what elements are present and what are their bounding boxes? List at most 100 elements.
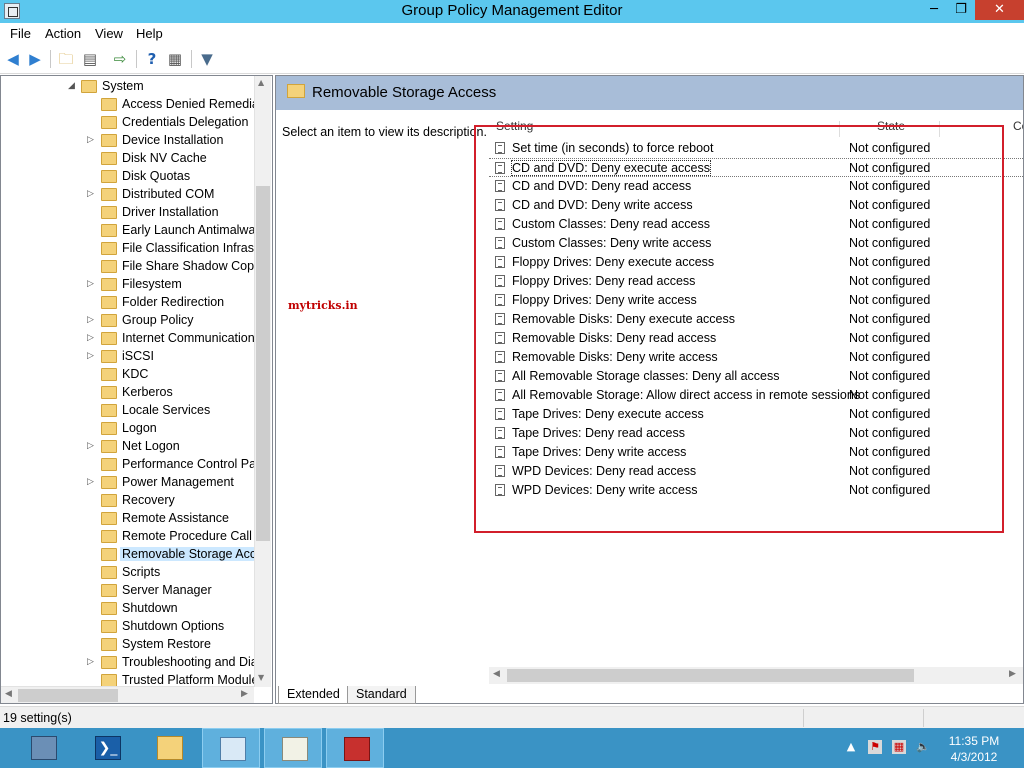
tree-horizontal-scrollbar[interactable]: ◀ ▶	[1, 686, 254, 703]
expand-arrow-icon[interactable]: ▷	[87, 278, 95, 289]
tree-item[interactable]: ▷ Filesystem	[1, 276, 255, 294]
folder-icon	[101, 404, 117, 417]
tree-vertical-scrollbar[interactable]: ▲ ▼	[254, 76, 271, 687]
tree-item[interactable]: ▷ Internet Communication	[1, 330, 255, 348]
tree-item[interactable]: Remote Procedure Call	[1, 528, 255, 546]
tree-item[interactable]: KDC	[1, 366, 255, 384]
tree-item[interactable]: Kerberos	[1, 384, 255, 402]
tree-item-label: Recovery	[122, 493, 175, 507]
tree-item[interactable]: Disk Quotas	[1, 168, 255, 186]
tree-item[interactable]: ▷ Troubleshooting and Dia	[1, 654, 255, 672]
folder-icon	[101, 224, 117, 237]
tree-item[interactable]: Driver Installation	[1, 204, 255, 222]
folder-icon	[101, 242, 117, 255]
minimize-button[interactable]: ─	[921, 0, 947, 20]
tree-item-label: Access Denied Remediati	[122, 97, 255, 111]
folder-icon	[101, 368, 117, 381]
tree-item-label: Disk Quotas	[122, 169, 191, 183]
tree-item[interactable]: Early Launch Antimalwar	[1, 222, 255, 240]
taskbar-group-policy[interactable]	[264, 728, 322, 768]
scroll-right-icon[interactable]: ▶	[241, 689, 248, 699]
tree-item[interactable]: Scripts	[1, 564, 255, 582]
menu-view[interactable]: View	[95, 26, 123, 41]
tree-item[interactable]: Credentials Delegation	[1, 114, 255, 132]
column-header-comment[interactable]: Co	[1013, 119, 1023, 137]
tree-item[interactable]: ▷ iSCSI	[1, 348, 255, 366]
back-arrow-icon[interactable]: ◀	[4, 50, 22, 68]
expand-arrow-icon[interactable]: ▷	[87, 440, 95, 451]
speaker-muted-icon[interactable]: 🔈	[916, 740, 930, 754]
folder-icon	[101, 566, 117, 579]
taskbar-computer-management[interactable]	[202, 728, 260, 768]
close-button[interactable]: ✕	[975, 0, 1024, 20]
folder-icon	[101, 584, 117, 597]
tree-item[interactable]: Shutdown	[1, 600, 255, 618]
folder-icon	[101, 458, 117, 471]
maximize-button[interactable]: ❐	[948, 0, 974, 20]
action-center-flag-icon[interactable]: ⚑	[868, 740, 882, 754]
folder-icon	[101, 602, 117, 615]
expand-arrow-icon[interactable]: ▷	[87, 314, 95, 325]
scroll-thumb[interactable]	[18, 689, 118, 702]
expand-arrow-icon[interactable]: ▷	[87, 332, 95, 343]
tree-item[interactable]: ▷ Device Installation	[1, 132, 255, 150]
powershell-icon: ❯_	[95, 736, 121, 760]
tree-item[interactable]: Removable Storage Acce	[1, 546, 255, 564]
tree-item[interactable]: Recovery	[1, 492, 255, 510]
tree-item[interactable]: ▷ Net Logon	[1, 438, 255, 456]
help-icon[interactable]: ?	[143, 50, 161, 68]
tree-item-label: Folder Redirection	[122, 295, 225, 309]
taskbar-file-explorer[interactable]	[140, 728, 198, 768]
tree-item-system[interactable]: ◢ System	[1, 78, 255, 96]
network-icon[interactable]: ▦	[892, 740, 906, 754]
menu-help[interactable]: Help	[136, 26, 163, 41]
properties-icon[interactable]: ▦	[166, 50, 184, 68]
scroll-thumb[interactable]	[507, 669, 914, 682]
folder-icon	[101, 512, 117, 525]
scroll-left-icon[interactable]: ◀	[493, 669, 500, 679]
tree-item[interactable]: Performance Control Pan	[1, 456, 255, 474]
tree-item[interactable]: File Classification Infrastr	[1, 240, 255, 258]
tree-item[interactable]: Access Denied Remediati	[1, 96, 255, 114]
tree-item[interactable]: ▷ Distributed COM	[1, 186, 255, 204]
tree-item[interactable]: Disk NV Cache	[1, 150, 255, 168]
forward-arrow-icon[interactable]: ▶	[26, 50, 44, 68]
tree-item[interactable]: Server Manager	[1, 582, 255, 600]
show-hide-console-tree-icon[interactable]: ▤	[81, 50, 99, 68]
tree-item[interactable]: Logon	[1, 420, 255, 438]
scroll-right-icon[interactable]: ▶	[1009, 669, 1016, 679]
tree-item[interactable]: Locale Services	[1, 402, 255, 420]
expand-arrow-icon[interactable]: ▷	[87, 134, 95, 145]
list-horizontal-scrollbar[interactable]: ◀ ▶	[489, 667, 1023, 684]
tree-item[interactable]: Folder Redirection	[1, 294, 255, 312]
tree-item[interactable]: Remote Assistance	[1, 510, 255, 528]
show-hidden-icons-icon[interactable]: ▲	[844, 740, 858, 754]
filter-icon[interactable]: ▼	[198, 50, 216, 68]
tree-item[interactable]: ▷ Group Policy	[1, 312, 255, 330]
tree-item[interactable]: ▷ Power Management	[1, 474, 255, 492]
taskbar-powershell[interactable]: ❯_	[78, 728, 136, 768]
expand-arrow-icon[interactable]: ▷	[87, 188, 95, 199]
scroll-left-icon[interactable]: ◀	[5, 689, 12, 699]
taskbar-toolbox[interactable]	[326, 728, 384, 768]
export-list-icon[interactable]: ⇨	[111, 50, 129, 68]
tree-item[interactable]: File Share Shadow Copy P	[1, 258, 255, 276]
tree-item[interactable]: System Restore	[1, 636, 255, 654]
tab-extended[interactable]: Extended	[278, 686, 349, 704]
watermark: mytricks.in	[288, 299, 358, 312]
collapse-arrow-icon[interactable]: ◢	[68, 80, 76, 91]
menu-action[interactable]: Action	[45, 26, 81, 41]
expand-arrow-icon[interactable]: ▷	[87, 476, 95, 487]
up-folder-icon[interactable]: 🗀	[57, 50, 75, 68]
scroll-up-icon[interactable]: ▲	[258, 78, 264, 87]
menu-file[interactable]: File	[10, 26, 31, 41]
console-tree[interactable]: ◢ System Access Denied Remediati Credenti…	[0, 75, 273, 704]
scroll-down-icon[interactable]: ▼	[258, 673, 264, 682]
tab-standard[interactable]: Standard	[347, 686, 416, 704]
expand-arrow-icon[interactable]: ▷	[87, 350, 95, 361]
expand-arrow-icon[interactable]: ▷	[87, 656, 95, 667]
tree-item[interactable]: Shutdown Options	[1, 618, 255, 636]
taskbar-server-manager[interactable]	[14, 728, 72, 768]
clock[interactable]: 11:35 PM 4/3/2012	[946, 733, 1002, 765]
scroll-thumb[interactable]	[256, 186, 270, 541]
